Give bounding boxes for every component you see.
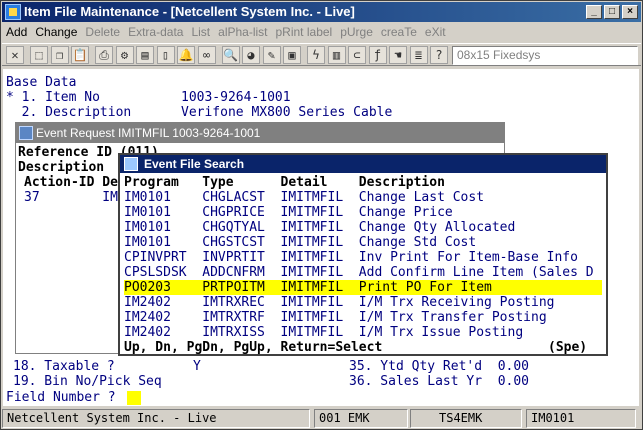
font-select[interactable]: 08x15 Fixedsys <box>452 46 638 65</box>
title-bar: Item File Maintenance - [Netcellent Syst… <box>2 2 641 22</box>
page-icon[interactable]: ▯ <box>156 46 175 64</box>
menu-item-purge[interactable]: pUrge <box>336 23 377 42</box>
taxable-field: 18. Taxable ? Y <box>13 359 201 374</box>
magnifier-icon[interactable]: 🔍 <box>221 46 240 64</box>
app-icon <box>5 4 21 20</box>
search-footer-help: Up, Dn, PgDn, PgUp, Return=Select <box>124 340 383 355</box>
search-title: Event File Search <box>144 157 245 171</box>
app-window: Item File Maintenance - [Netcellent Syst… <box>0 0 643 430</box>
menu-item-add[interactable]: Add <box>2 23 31 42</box>
menu-item-delete[interactable]: Delete <box>81 23 124 42</box>
description-line: Description <box>18 160 105 175</box>
function-icon[interactable]: ƒ <box>368 46 387 64</box>
status-company: Netcellent System Inc. - Live <box>2 409 310 428</box>
search-titlebar: Event File Search <box>120 155 606 173</box>
maximize-button[interactable]: □ <box>604 5 620 19</box>
section-title: Base Data <box>6 75 77 90</box>
minimize-button[interactable]: _ <box>586 5 602 19</box>
menu-item-print-label[interactable]: pRint label <box>272 23 337 42</box>
status-program: IM0101 <box>526 409 636 428</box>
window-icon <box>19 126 33 140</box>
status-user: 001 EMK <box>314 409 408 428</box>
search-result-row[interactable]: IM2402 IMTRXTRF IMITMFIL I/M Trx Transfe… <box>124 310 602 325</box>
search-result-row[interactable]: IM0101 CHGPRICE IMITMFIL Change Price <box>124 205 602 220</box>
menu-item-exit[interactable]: eXit <box>421 23 450 42</box>
search-result-row[interactable]: IM2402 IMTRXREC IMITMFIL I/M Trx Receivi… <box>124 295 602 310</box>
image-icon[interactable]: ▣ <box>283 46 301 64</box>
paste-icon[interactable]: 📋 <box>71 46 89 64</box>
menu-bar: Add Change Delete Extra-data List alPha-list p… <box>2 23 641 42</box>
menu-item-change[interactable]: Change <box>31 23 81 42</box>
help-hand-icon[interactable]: ☚ <box>389 46 407 64</box>
list-icon[interactable]: ≣ <box>409 46 428 64</box>
ytd-qty-field: 35. Ytd Qty Ret'd 0.00 <box>349 359 530 374</box>
action-row[interactable]: 37 IM <box>24 190 118 205</box>
action-header: Action-ID De <box>24 175 118 190</box>
menu-item-create[interactable]: creaTe <box>377 23 421 42</box>
search-result-row[interactable]: IM0101 CHGSTCST IMITMFIL Change Std Cost <box>124 235 602 250</box>
binoculars-icon[interactable]: ∞ <box>197 46 216 64</box>
bell-icon[interactable]: 🔔 <box>177 46 195 64</box>
pen-icon[interactable]: ✎ <box>262 46 281 64</box>
lock-icon[interactable]: ▥ <box>327 46 346 64</box>
field-number-prompt: Field Number ? <box>6 390 116 405</box>
status-bar: Netcellent System Inc. - Live 001 EMK TS… <box>2 408 641 429</box>
close-icon[interactable]: ✕ <box>6 46 24 64</box>
link-icon[interactable]: ⊂ <box>348 46 366 64</box>
search-footer-special: (Spe) <box>548 340 588 355</box>
toolbar: 08x15 Fixedsys ✕ ⬚ ❐ 📋 ⎙ ⚙ ▤ ▯ 🔔 ∞ 🔍 ◕ ✎ ▣ ϟ ▥ ⊂ ƒ ☚ ≣? <box>2 43 641 66</box>
event-request-titlebar: Event Request IMITMFIL 1003-9264-1001 <box>16 123 504 143</box>
sales-last-yr-field: 36. Sales Last Yr 0.00 <box>349 374 530 389</box>
globe-icon[interactable]: ◕ <box>242 46 260 64</box>
print-icon[interactable]: ⎙ <box>95 46 113 64</box>
event-request-title: Event Request IMITMFIL 1003-9264-1001 <box>36 126 261 140</box>
window-title: Item File Maintenance - [Netcellent Syst… <box>24 4 355 19</box>
lightning-icon[interactable]: ϟ <box>307 46 325 64</box>
search-result-row[interactable]: CPINVPRT INVPRTIT IMITMFIL Inv Print For… <box>124 250 602 265</box>
select-icon[interactable]: ⬚ <box>30 46 48 64</box>
close-button[interactable]: × <box>622 5 638 19</box>
search-result-row[interactable]: IM0101 CHGQTYAL IMITMFIL Change Qty Allo… <box>124 220 602 235</box>
search-result-row[interactable]: IM2402 IMTRXISS IMITMFIL I/M Trx Issue P… <box>124 325 602 340</box>
window-icon <box>124 157 138 171</box>
status-terminal: TS4EMK <box>410 409 522 428</box>
item-no-value[interactable]: 1003-9264-1001 <box>181 90 291 105</box>
event-file-search-window: Event File Search Program Type Detail De… <box>118 153 608 356</box>
copy-icon[interactable]: ❐ <box>50 46 69 64</box>
field-number-input[interactable] <box>127 391 141 405</box>
search-column-headers: Program Type Detail Description <box>124 175 445 190</box>
menu-item-alpha-list[interactable]: alPha-list <box>214 23 271 42</box>
menu-item-extra-data[interactable]: Extra-data <box>124 23 187 42</box>
settings-icon[interactable]: ⚙ <box>115 46 134 64</box>
bin-no-field: 19. Bin No/Pick Seq <box>13 374 162 389</box>
menu-item-list[interactable]: List <box>187 23 214 42</box>
description-label: 2. Description <box>6 105 132 120</box>
description-value[interactable]: Verifone MX800 Series Cable <box>181 105 392 120</box>
help-pointer-icon[interactable]: ? <box>430 46 448 64</box>
search-result-row[interactable]: IM0101 CHGLACST IMITMFIL Change Last Cos… <box>124 190 602 205</box>
search-result-row[interactable]: PO0203 PRTPOITM IMITMFIL Print PO For It… <box>124 280 602 295</box>
item-no-label: * 1. Item No <box>6 90 100 105</box>
document-icon[interactable]: ▤ <box>136 46 154 64</box>
search-result-row[interactable]: CPSLSDSK ADDCNFRM IMITMFIL Add Confirm L… <box>124 265 602 280</box>
